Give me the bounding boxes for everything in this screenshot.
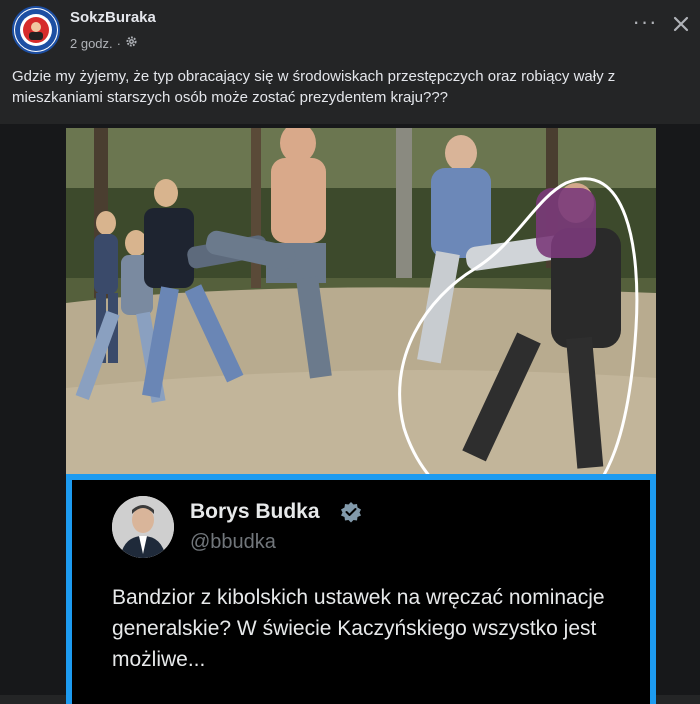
author-avatar[interactable] xyxy=(12,6,60,54)
fight-photo xyxy=(66,128,656,522)
more-options-icon[interactable]: ··· xyxy=(630,11,660,39)
tweet-author-avatar[interactable] xyxy=(112,496,174,558)
tweet-author-name[interactable]: Borys Budka xyxy=(190,500,320,524)
embedded-tweet[interactable]: Borys Budka @bbudka Bandzior z kibolskic… xyxy=(66,474,656,704)
post-media[interactable]: Borys Budka @bbudka Bandzior z kibolskic… xyxy=(0,124,700,704)
post-text: Gdzie my żyjemy, że typ obracający się w… xyxy=(12,68,616,106)
gear-icon[interactable] xyxy=(125,35,138,51)
post-time[interactable]: 2 godz. xyxy=(70,36,113,51)
post-header: SokzBuraka 2 godz. · ··· xyxy=(0,0,700,62)
verified-badge-icon xyxy=(340,501,362,528)
post-meta: 2 godz. · xyxy=(70,35,138,51)
tweet-text: Bandzior z kibolskich ustawek na wręczać… xyxy=(112,586,605,671)
author-name[interactable]: SokzBuraka xyxy=(70,9,156,26)
tweet-author-handle[interactable]: @bbudka xyxy=(190,531,276,554)
close-icon[interactable] xyxy=(670,13,696,39)
